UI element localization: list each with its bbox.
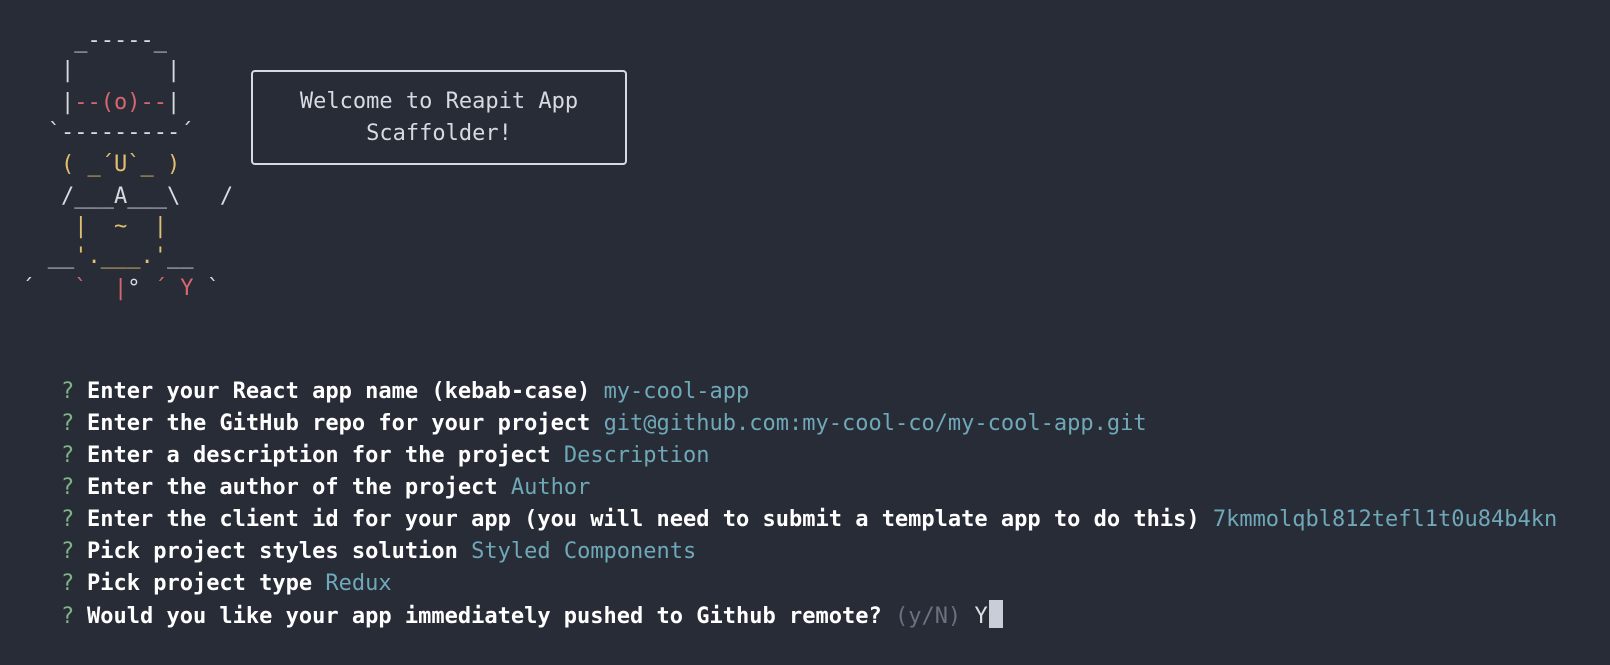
prompt-marker: ? <box>60 604 75 629</box>
ascii-art-line: `---------´ <box>8 120 194 145</box>
welcome-line-1: Welcome to Reapit App <box>299 88 579 114</box>
prompt-hint: (y/N) <box>894 604 962 629</box>
prompt-row-client-id: ? Enter the client id for your app (you w… <box>8 472 1557 532</box>
ascii-art-segment: ° <box>127 276 154 301</box>
ascii-art-line: /___A___\ / <box>8 186 233 208</box>
ascii-art-segment: _-----_ <box>8 28 167 53</box>
ascii-art-segment: | | <box>8 58 181 83</box>
ascii-art-segment: ´ Y <box>153 276 194 301</box>
ascii-art-segment: ` <box>74 276 114 301</box>
ascii-art-segment: '.___.' <box>74 244 167 269</box>
ascii-art-line: __'.___.'__ <box>8 244 194 269</box>
ascii-art-segment: --(o)-- <box>74 90 167 115</box>
prompt-row-description: ? Enter a description for the project Des… <box>8 408 710 468</box>
prompt-row-project-type: ? Pick project type Redux <box>8 536 392 596</box>
ascii-art-segment: _´U`_ <box>87 152 154 177</box>
prompt-row-push-github[interactable]: ? Would you like your app immediately pus… <box>8 568 1003 629</box>
ascii-art-line: | | <box>8 60 180 82</box>
ascii-art-line: | ~ | <box>8 216 167 238</box>
ascii-art-segment: | <box>166 90 181 115</box>
ascii-art-segment: __ <box>8 244 75 269</box>
ascii-art-segment: /___A___\ / <box>8 184 234 209</box>
ascii-art-line: |--(o)--| <box>8 92 180 114</box>
prompt-row-app-name: ? Enter your React app name (kebab-case) … <box>8 344 749 404</box>
prompt-answer: Styled Components <box>471 539 697 564</box>
ascii-art-segment: `---------´ <box>8 120 194 145</box>
ascii-art-segment: __ <box>166 244 194 269</box>
welcome-line-2: Scaffolder! <box>366 120 512 146</box>
ascii-art-segment: ( <box>8 152 88 177</box>
ascii-art-line: ´ ` |° ´ Y ` <box>8 278 220 300</box>
terminal-input[interactable]: Y <box>974 604 987 629</box>
prompt-answer: 7kmmolqbl812tefl1t0u84b4kn <box>1212 507 1558 532</box>
prompt-question: Would you like your app immediately push… <box>86 604 882 629</box>
prompt-row-styles-solution: ? Pick project styles solution Styled Com… <box>8 504 696 564</box>
prompt-row-github-repo: ? Enter the GitHub repo for your project … <box>8 376 1147 436</box>
ascii-art-segment: | <box>8 90 75 115</box>
ascii-art-segment: ) <box>153 152 181 177</box>
terminal-cursor <box>988 600 1003 628</box>
ascii-art-segment: ` <box>193 276 220 301</box>
ascii-art-segment: | ~ | <box>74 214 167 239</box>
ascii-art-segment <box>8 214 74 239</box>
prompt-row-author: ? Enter the author of the project Author <box>8 440 590 500</box>
ascii-art-segment: | <box>113 276 128 301</box>
ascii-art-segment: ´ <box>8 276 75 301</box>
ascii-art-line: ( _´U`_ ) <box>8 154 180 176</box>
ascii-art-line: _-----_ <box>8 30 167 52</box>
welcome-message-box: Welcome to Reapit App Scaffolder! <box>251 70 627 165</box>
